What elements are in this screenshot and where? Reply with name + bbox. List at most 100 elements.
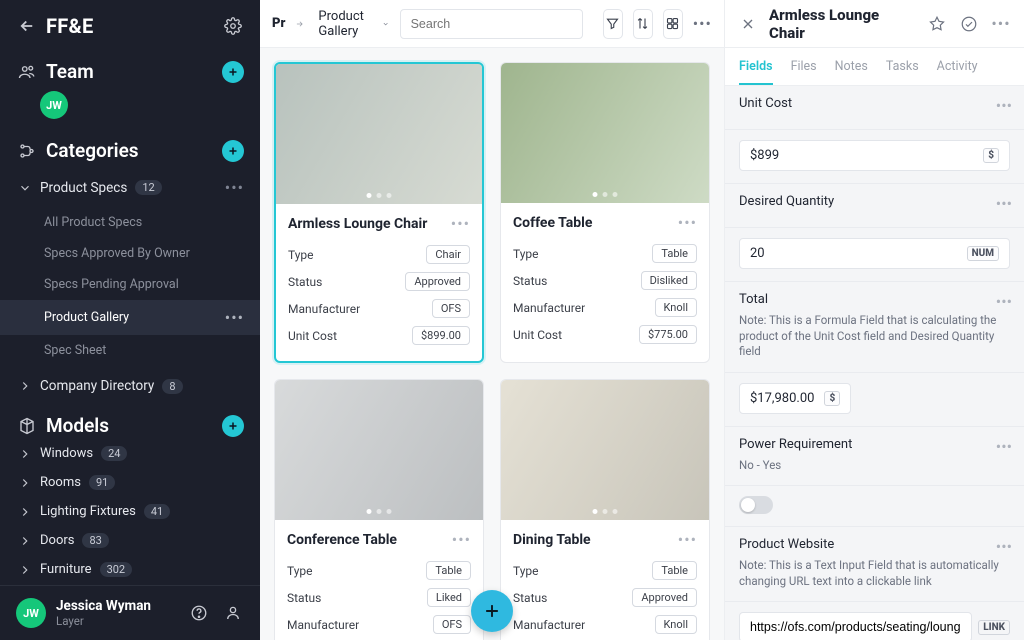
count-badge: 83	[82, 533, 108, 548]
help-icon[interactable]	[188, 602, 210, 624]
card-more-icon[interactable]: •••	[678, 530, 697, 549]
card-title: Coffee Table	[513, 215, 592, 231]
filter-icon[interactable]	[603, 9, 623, 39]
sidebar-item-all-specs[interactable]: All Product Specs	[0, 207, 260, 238]
tab-fields[interactable]: Fields	[739, 59, 773, 85]
image-pager[interactable]	[593, 509, 618, 514]
user-avatar[interactable]: JW	[16, 598, 46, 628]
field-value-qty[interactable]: 20 NUM	[739, 238, 1010, 269]
gear-icon[interactable]	[222, 15, 244, 37]
image-pager[interactable]	[367, 193, 392, 198]
property-tag: OFS	[432, 299, 470, 318]
add-team-button[interactable]	[222, 61, 244, 83]
star-icon[interactable]	[926, 13, 948, 35]
image-pager[interactable]	[367, 509, 392, 514]
model-row[interactable]: Rooms91	[0, 468, 260, 497]
profile-icon[interactable]	[222, 602, 244, 624]
categories-heading: Categories	[46, 139, 139, 162]
num-badge: NUM	[967, 246, 999, 261]
tab-tasks[interactable]: Tasks	[886, 59, 919, 85]
categories-icon	[16, 140, 38, 162]
breadcrumb-view[interactable]: Product Gallery	[318, 9, 389, 39]
field-more-icon[interactable]: •••	[996, 537, 1012, 556]
card-image	[275, 380, 483, 520]
property-tag: Chair	[426, 245, 470, 264]
field-more-icon[interactable]: •••	[996, 292, 1012, 311]
product-card[interactable]: Conference Table ••• TypeTableStatusLike…	[274, 379, 484, 640]
field-label-total: Total	[739, 292, 1010, 307]
category-more-icon[interactable]: •••	[225, 178, 244, 197]
card-more-icon[interactable]: •••	[451, 214, 470, 233]
team-icon	[16, 61, 38, 83]
workspace-title: FF&E	[46, 14, 94, 38]
power-toggle[interactable]	[739, 496, 773, 514]
check-circle-icon[interactable]	[958, 13, 980, 35]
back-arrow-icon[interactable]	[16, 15, 38, 37]
sidebar-item-product-gallery[interactable]: Product Gallery •••	[0, 300, 260, 335]
tab-files[interactable]: Files	[791, 59, 817, 85]
topbar: Pr Product Gallery •••	[260, 0, 724, 48]
models-icon	[16, 415, 38, 437]
count-badge: 41	[144, 504, 170, 519]
sidebar-item-spec-sheet[interactable]: Spec Sheet	[0, 335, 260, 366]
link-badge: LINK	[978, 620, 1010, 635]
sidebar-item-approved-owner[interactable]: Specs Approved By Owner	[0, 238, 260, 269]
category-row-company-directory[interactable]: Company Directory 8	[0, 370, 260, 402]
website-input[interactable]	[739, 612, 972, 640]
chevron-right-icon	[18, 505, 32, 519]
field-note-website: Note: This is a Text Input Field that is…	[739, 558, 1010, 589]
models-heading: Models	[46, 414, 109, 437]
count-badge: 12	[135, 180, 161, 195]
chevron-right-icon	[18, 476, 32, 490]
field-label-power: Power Requirement	[739, 437, 1010, 452]
product-card[interactable]: Coffee Table ••• TypeTableStatusDisliked…	[500, 62, 710, 363]
main-area: Pr Product Gallery ••• JW Armless Lounge…	[260, 0, 724, 640]
model-row[interactable]: Furniture302	[0, 555, 260, 584]
sidebar-item-pending[interactable]: Specs Pending Approval	[0, 269, 260, 300]
fab-add-button[interactable]	[471, 590, 513, 632]
field-note-total: Note: This is a Formula Field that is ca…	[739, 313, 1010, 360]
field-value-total: $17,980.00 $	[739, 383, 851, 414]
card-more-icon[interactable]: •••	[452, 530, 471, 549]
property-tag: Approved	[632, 588, 697, 607]
product-card[interactable]: JW Armless Lounge Chair ••• TypeChairSta…	[274, 62, 484, 363]
chevron-right-icon	[18, 534, 32, 548]
card-image	[501, 63, 709, 203]
tab-activity[interactable]: Activity	[937, 59, 978, 85]
model-row[interactable]: Windows24	[0, 439, 260, 468]
model-row[interactable]: Lighting Fixtures41	[0, 497, 260, 526]
property-tag: Knoll	[655, 298, 697, 317]
field-label-qty: Desired Quantity	[739, 194, 1010, 209]
tab-notes[interactable]: Notes	[835, 59, 868, 85]
model-row[interactable]: Doors83	[0, 526, 260, 555]
property-tag: Table	[652, 244, 697, 263]
card-more-icon[interactable]: •••	[678, 213, 697, 232]
image-pager[interactable]	[593, 192, 618, 197]
chevron-right-icon	[18, 563, 32, 577]
property-tag: Table	[652, 561, 697, 580]
topbar-more-icon[interactable]: •••	[693, 9, 712, 39]
product-card[interactable]: Dining Table ••• TypeTableStatusApproved…	[500, 379, 710, 640]
sort-icon[interactable]	[633, 9, 653, 39]
field-label-unit-cost: Unit Cost	[739, 96, 1010, 111]
layout-icon[interactable]	[663, 9, 683, 39]
search-input[interactable]	[400, 9, 583, 39]
add-model-button[interactable]	[222, 415, 244, 437]
field-more-icon[interactable]: •••	[996, 96, 1012, 115]
card-title: Conference Table	[287, 532, 397, 548]
breadcrumb-root[interactable]: Pr	[272, 16, 285, 31]
count-badge: 302	[100, 562, 133, 577]
close-icon[interactable]	[737, 13, 759, 35]
chevron-right-icon	[18, 447, 32, 461]
user-sublabel: Layer	[56, 614, 151, 628]
team-member-avatar[interactable]: JW	[40, 91, 68, 119]
chevron-down-icon	[382, 18, 389, 30]
view-more-icon[interactable]: •••	[225, 308, 244, 327]
panel-more-icon[interactable]: •••	[990, 13, 1012, 35]
field-more-icon[interactable]: •••	[996, 437, 1012, 456]
add-category-button[interactable]	[222, 140, 244, 162]
user-name: Jessica Wyman	[56, 598, 151, 614]
category-row-product-specs[interactable]: Product Specs 12 •••	[0, 170, 260, 205]
field-more-icon[interactable]: •••	[996, 194, 1012, 213]
field-value-unit-cost[interactable]: $899 $	[739, 140, 1010, 171]
